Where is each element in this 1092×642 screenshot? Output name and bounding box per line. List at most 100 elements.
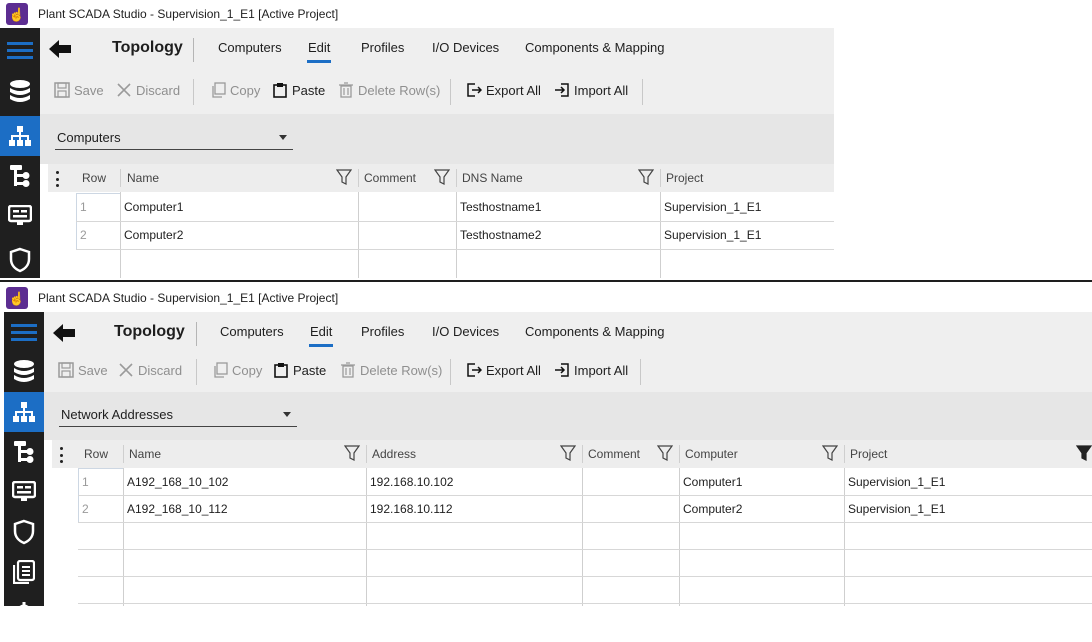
table-row[interactable]: 2 A192_168_10_112 192.168.10.112 Compute… bbox=[52, 495, 1092, 522]
sidebar-item-display[interactable] bbox=[0, 196, 40, 236]
table-row-empty[interactable] bbox=[52, 522, 1092, 549]
column-header-project[interactable]: Project bbox=[660, 164, 834, 192]
cell-name[interactable]: A192_168_10_102 bbox=[123, 468, 366, 495]
filter-funnel-icon[interactable] bbox=[344, 445, 360, 461]
cell-name[interactable]: Computer2 bbox=[120, 221, 358, 249]
copy-button[interactable]: Copy bbox=[210, 82, 260, 98]
sidebar-item-settings[interactable] bbox=[4, 592, 44, 606]
data-grid: Row Name Address Comment Computer Projec… bbox=[52, 440, 1092, 606]
column-header-computer[interactable]: Computer bbox=[679, 440, 844, 468]
save-icon bbox=[58, 362, 74, 378]
table-row[interactable]: 1 A192_168_10_102 192.168.10.102 Compute… bbox=[52, 468, 1092, 495]
tab-components-mapping[interactable]: Components & Mapping bbox=[525, 324, 664, 339]
entity-selector-value: Network Addresses bbox=[61, 407, 173, 422]
paste-button[interactable]: Paste bbox=[272, 82, 325, 98]
entity-selector[interactable]: Network Addresses bbox=[59, 403, 297, 427]
table-row-empty[interactable] bbox=[52, 576, 1092, 603]
tab-edit[interactable]: Edit bbox=[306, 40, 332, 63]
sidebar-menu-button[interactable] bbox=[4, 312, 44, 352]
tab-io-devices[interactable]: I/O Devices bbox=[432, 40, 499, 55]
sidebar-item-documents[interactable] bbox=[4, 552, 44, 592]
cell-project[interactable]: Supervision_1_E1 bbox=[660, 221, 834, 249]
cell-comment[interactable] bbox=[358, 221, 456, 249]
sidebar-item-display[interactable] bbox=[4, 472, 44, 512]
back-button[interactable] bbox=[52, 321, 76, 345]
cell-comment[interactable] bbox=[582, 495, 679, 522]
sidebar-item-database[interactable] bbox=[4, 352, 44, 392]
table-row-empty[interactable] bbox=[52, 549, 1092, 576]
copy-label: Copy bbox=[232, 362, 263, 378]
save-button[interactable]: Save bbox=[54, 82, 104, 98]
column-header-comment-label: Comment bbox=[364, 171, 417, 185]
column-header-comment[interactable]: Comment bbox=[582, 440, 679, 468]
column-header-row[interactable]: Row bbox=[76, 164, 120, 192]
cell-address[interactable]: 192.168.10.112 bbox=[366, 495, 582, 522]
grid-header: Row Name Address Comment Computer Projec… bbox=[52, 440, 1092, 468]
filter-funnel-icon[interactable] bbox=[822, 445, 838, 461]
cell-project[interactable]: Supervision_1_E1 bbox=[844, 468, 1092, 495]
column-header-name[interactable]: Name bbox=[123, 440, 366, 468]
column-header-comment[interactable]: Comment bbox=[358, 164, 456, 192]
cell-dns-name[interactable]: Testhostname1 bbox=[456, 193, 660, 221]
tab-edit[interactable]: Edit bbox=[308, 324, 334, 347]
filter-funnel-icon[interactable] bbox=[1076, 445, 1092, 461]
tab-profiles[interactable]: Profiles bbox=[361, 40, 404, 55]
export-all-button[interactable]: Export All bbox=[466, 82, 541, 98]
export-all-button[interactable]: Export All bbox=[466, 362, 541, 378]
tab-computers[interactable]: Computers bbox=[218, 40, 282, 55]
table-row[interactable]: 1 Computer1 Testhostname1 Supervision_1_… bbox=[48, 193, 834, 221]
cell-name[interactable]: Computer1 bbox=[120, 193, 358, 221]
column-header-row[interactable]: Row bbox=[78, 440, 124, 468]
table-row[interactable]: 2 Computer2 Testhostname2 Supervision_1_… bbox=[48, 221, 834, 249]
column-header-address[interactable]: Address bbox=[366, 440, 582, 468]
copy-button[interactable]: Copy bbox=[212, 362, 262, 378]
cell-computer[interactable]: Computer1 bbox=[679, 468, 844, 495]
delete-rows-button[interactable]: Delete Row(s) bbox=[340, 362, 442, 378]
save-button[interactable]: Save bbox=[58, 362, 108, 378]
filter-funnel-icon[interactable] bbox=[336, 169, 352, 185]
cell-name[interactable]: A192_168_10_112 bbox=[123, 495, 366, 522]
import-all-button[interactable]: Import All bbox=[554, 362, 628, 378]
tab-computers[interactable]: Computers bbox=[220, 324, 284, 339]
paste-button[interactable]: Paste bbox=[273, 362, 326, 378]
discard-button[interactable]: Discard bbox=[116, 82, 180, 98]
column-header-dns-name[interactable]: DNS Name bbox=[456, 164, 660, 192]
filter-funnel-icon[interactable] bbox=[434, 169, 450, 185]
cell-project[interactable]: Supervision_1_E1 bbox=[660, 193, 834, 221]
tab-io-devices[interactable]: I/O Devices bbox=[432, 324, 499, 339]
filter-funnel-icon[interactable] bbox=[657, 445, 673, 461]
gear-icon bbox=[19, 602, 29, 606]
sidebar-item-tree[interactable] bbox=[0, 156, 40, 196]
sidebar-item-tree[interactable] bbox=[4, 432, 44, 472]
delete-rows-button[interactable]: Delete Row(s) bbox=[338, 82, 440, 98]
column-header-name[interactable]: Name bbox=[121, 164, 358, 192]
cell-project[interactable]: Supervision_1_E1 bbox=[844, 495, 1092, 522]
entity-selector[interactable]: Computers bbox=[55, 126, 293, 150]
more-options-icon[interactable] bbox=[56, 171, 60, 187]
filter-funnel-icon[interactable] bbox=[638, 169, 654, 185]
cell-comment[interactable] bbox=[582, 468, 679, 495]
sidebar-item-database[interactable] bbox=[0, 72, 40, 112]
display-page-icon bbox=[8, 205, 32, 225]
cell-dns-name[interactable]: Testhostname2 bbox=[456, 221, 660, 249]
cell-address[interactable]: 192.168.10.102 bbox=[366, 468, 582, 495]
sidebar-item-topology[interactable] bbox=[0, 116, 40, 156]
back-button[interactable] bbox=[48, 37, 72, 61]
sidebar-item-topology[interactable] bbox=[4, 392, 44, 432]
sidebar-menu-button[interactable] bbox=[0, 30, 40, 70]
toolbar-separator bbox=[450, 359, 451, 385]
table-row-empty[interactable] bbox=[48, 249, 834, 277]
import-icon bbox=[555, 363, 569, 377]
row-divider bbox=[76, 221, 834, 222]
tab-profiles[interactable]: Profiles bbox=[361, 324, 404, 339]
sidebar-item-security[interactable] bbox=[4, 512, 44, 552]
discard-button[interactable]: Discard bbox=[118, 362, 182, 378]
import-all-button[interactable]: Import All bbox=[554, 82, 628, 98]
cell-computer[interactable]: Computer2 bbox=[679, 495, 844, 522]
tab-components-mapping[interactable]: Components & Mapping bbox=[525, 40, 664, 55]
cell-comment[interactable] bbox=[358, 193, 456, 221]
more-options-icon[interactable] bbox=[60, 447, 64, 463]
filter-funnel-icon[interactable] bbox=[560, 445, 576, 461]
column-header-project[interactable]: Project bbox=[844, 440, 1092, 468]
sidebar-item-security[interactable] bbox=[0, 240, 40, 278]
